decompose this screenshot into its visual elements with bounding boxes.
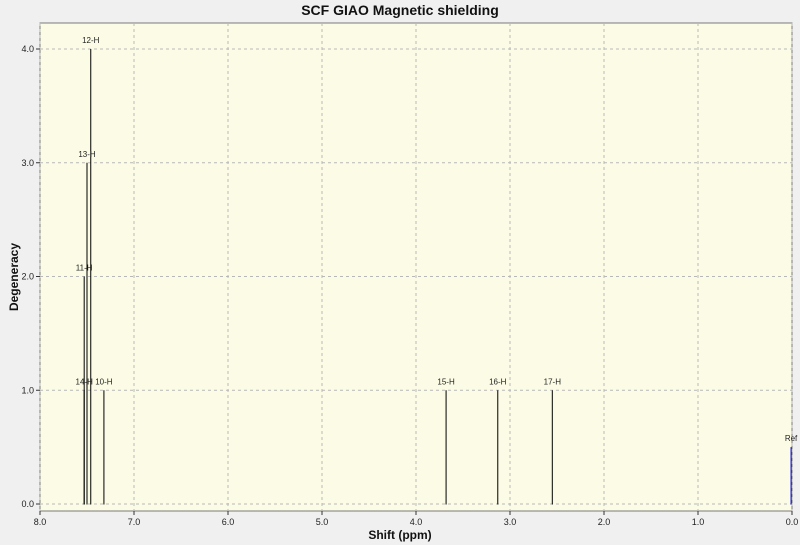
plot-area: 8.0 7.0 6.0 5.0 4.0 3.0 2.0 1.0 0.0 0.0 1.0 2.0 3.0 4… — [21, 22, 799, 527]
peak-label: 15-H — [437, 377, 455, 386]
x-tick-label: 7.0 — [128, 517, 141, 527]
peak-label: Ref — [785, 434, 798, 443]
peak-label: 13-H — [78, 150, 96, 159]
x-tick-label: 2.0 — [598, 517, 611, 527]
y-tick-label: 3.0 — [21, 158, 34, 168]
peak-label: 16-H — [489, 377, 507, 386]
peak-label: 14-H — [76, 377, 94, 386]
y-tick-label: 2.0 — [21, 272, 34, 282]
chart-window: SCF GIAO Magnetic shielding Degeneracy 8… — [0, 0, 800, 545]
x-tick-label: 4.0 — [410, 517, 423, 527]
peak-label: 11-H — [76, 264, 93, 273]
y-tick-label: 0.0 — [21, 499, 34, 509]
y-tick-label: 4.0 — [21, 44, 34, 54]
peak-label: 17-H — [544, 377, 562, 386]
peak-label: 10-H — [95, 377, 113, 386]
x-tick-label: 5.0 — [316, 517, 329, 527]
x-tick-label: 8.0 — [34, 517, 47, 527]
peak-label: 12-H — [82, 36, 100, 45]
x-tick-label: 0.0 — [786, 517, 799, 527]
y-tick-label: 1.0 — [21, 385, 34, 395]
x-tick-label: 6.0 — [222, 517, 235, 527]
x-axis-title: Shift (ppm) — [368, 528, 432, 542]
x-tick-label: 3.0 — [504, 517, 517, 527]
x-tick-label: 1.0 — [692, 517, 705, 527]
